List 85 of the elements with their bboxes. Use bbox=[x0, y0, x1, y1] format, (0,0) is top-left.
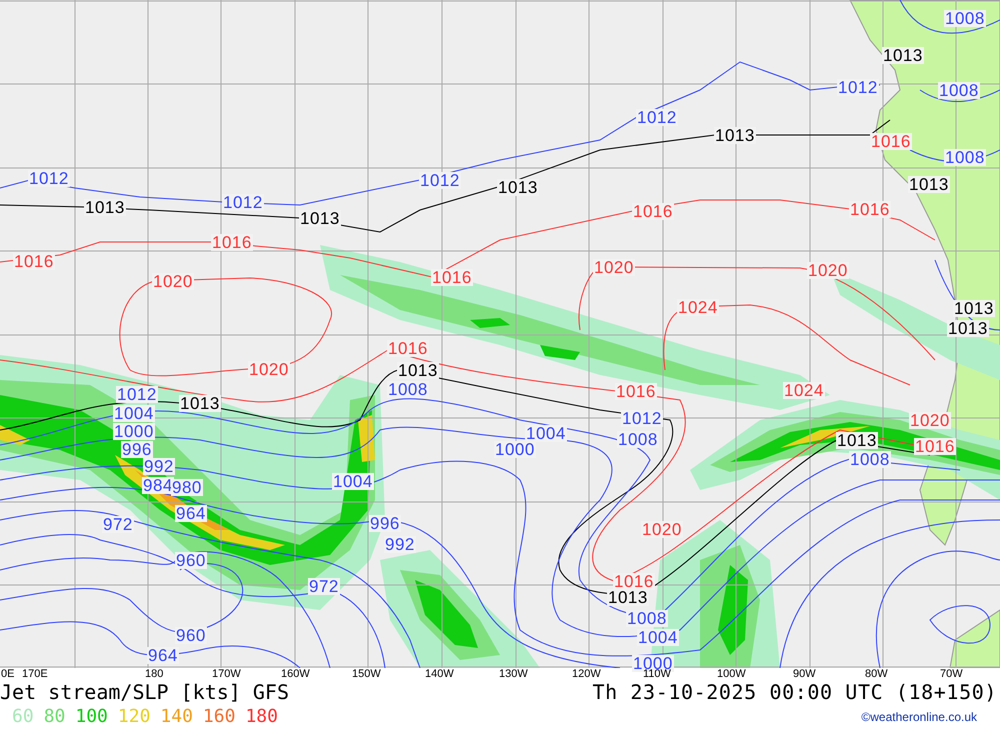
isobar-label: 1004 bbox=[525, 425, 567, 442]
longitude-label: 120W bbox=[572, 668, 601, 680]
legend-value: 160 bbox=[202, 705, 236, 729]
longitude-label: 160W bbox=[281, 668, 310, 680]
isobar-label: 1008 bbox=[626, 610, 668, 627]
isobar-label: 1016 bbox=[632, 203, 674, 220]
isobar-label: 1008 bbox=[387, 381, 429, 398]
isobar-label: 1000 bbox=[494, 441, 536, 458]
longitude-label: 100W bbox=[717, 668, 746, 680]
isobar-label: 980 bbox=[171, 479, 203, 496]
legend-value: 80 bbox=[44, 705, 66, 729]
isobar-label: 1020 bbox=[152, 273, 194, 290]
isobar-label: 1016 bbox=[615, 383, 657, 400]
isobar-label: 1013 bbox=[882, 47, 924, 64]
longitude-label: 80W bbox=[865, 668, 888, 680]
isobar-label: 1013 bbox=[497, 179, 539, 196]
isobar-label: 1012 bbox=[116, 386, 158, 403]
longitude-label: 170E bbox=[22, 668, 48, 680]
isobar-label: 1016 bbox=[431, 269, 473, 286]
isobar-label: 1012 bbox=[28, 170, 70, 187]
isobar-label: 1013 bbox=[714, 127, 756, 144]
longitude-label: 90W bbox=[793, 668, 816, 680]
isobar-label: 1020 bbox=[248, 361, 290, 378]
isobar-label: 1008 bbox=[617, 431, 659, 448]
isobar-label: 1008 bbox=[944, 10, 986, 27]
isobar-label: 1016 bbox=[849, 201, 891, 218]
isobar-label: 996 bbox=[369, 515, 401, 532]
isobar-label: 1013 bbox=[908, 176, 950, 193]
isobar-label: 1020 bbox=[641, 521, 683, 538]
isobar-label: 960 bbox=[175, 627, 207, 644]
isobar-label: 1012 bbox=[837, 79, 879, 96]
isobar-label: 1004 bbox=[637, 629, 679, 646]
isobar-label: 1008 bbox=[938, 82, 980, 99]
isobar-label: 960 bbox=[175, 552, 207, 569]
isobar-label: 1020 bbox=[807, 262, 849, 279]
legend-value: 180 bbox=[245, 705, 278, 729]
isobar-label: 1013 bbox=[607, 589, 649, 606]
isobar-label: 1013 bbox=[299, 210, 341, 227]
isobar-label: 1016 bbox=[914, 438, 956, 455]
isobar-label: 1013 bbox=[947, 320, 989, 337]
legend-value: 140 bbox=[160, 705, 193, 729]
longitude-label: 170W bbox=[212, 668, 241, 680]
isobar-label: 1013 bbox=[836, 432, 878, 449]
isobar-label: 1020 bbox=[593, 259, 635, 276]
isobar-label: 1000 bbox=[113, 423, 155, 440]
valid-time: Th 23-10-2025 00:00 UTC (18+150) bbox=[592, 680, 997, 704]
longitude-label: 70W bbox=[940, 668, 963, 680]
isobar-label: 1013 bbox=[953, 300, 995, 317]
isobar-label: 1016 bbox=[870, 133, 912, 150]
isobar-label: 1012 bbox=[621, 410, 663, 427]
isobar-label: 1004 bbox=[113, 405, 155, 422]
isobar-label: 984 bbox=[142, 477, 174, 494]
isobar-label: 1020 bbox=[909, 412, 951, 429]
isobar-label: 996 bbox=[121, 441, 153, 458]
legend-value: 100 bbox=[75, 705, 108, 729]
isobar-label: 992 bbox=[384, 536, 416, 553]
longitude-label: 140W bbox=[425, 668, 454, 680]
isobar-label: 964 bbox=[175, 505, 207, 522]
isobar-label: 1024 bbox=[677, 299, 719, 316]
isobar-label: 972 bbox=[308, 578, 340, 595]
isobar-label: 1016 bbox=[613, 573, 655, 590]
longitude-label: 150W bbox=[352, 668, 381, 680]
legend-value: 120 bbox=[118, 705, 150, 729]
isobar-label: 1016 bbox=[13, 253, 55, 270]
isobar-label: 1012 bbox=[636, 109, 678, 126]
isobar-label: 1008 bbox=[849, 451, 891, 468]
legend-value: 60 bbox=[12, 705, 34, 729]
isobar-label: 1008 bbox=[944, 149, 986, 166]
isobar-label: 1013 bbox=[84, 199, 126, 216]
isobar-label: 1013 bbox=[179, 395, 221, 412]
isobar-label: 992 bbox=[143, 458, 175, 475]
chart-title: Jet stream/SLP [kts] GFS bbox=[0, 680, 289, 704]
isobar-label: 1024 bbox=[783, 382, 825, 399]
longitude-label: 180 bbox=[145, 668, 164, 680]
isobar-label: 1012 bbox=[419, 172, 461, 189]
isobar-label: 1012 bbox=[222, 194, 264, 211]
isobar-label: 972 bbox=[102, 516, 134, 533]
isobar-label: 1016 bbox=[211, 234, 253, 251]
isobar-label: 1016 bbox=[387, 340, 429, 357]
longitude-label: 130W bbox=[499, 668, 528, 680]
isobar-label: 964 bbox=[147, 647, 179, 664]
credit-text: ©weatheronline.co.uk bbox=[861, 710, 978, 724]
longitude-label: 0E bbox=[1, 668, 14, 680]
isobar-label: 1013 bbox=[397, 362, 439, 379]
isobar-label: 1004 bbox=[332, 473, 374, 490]
